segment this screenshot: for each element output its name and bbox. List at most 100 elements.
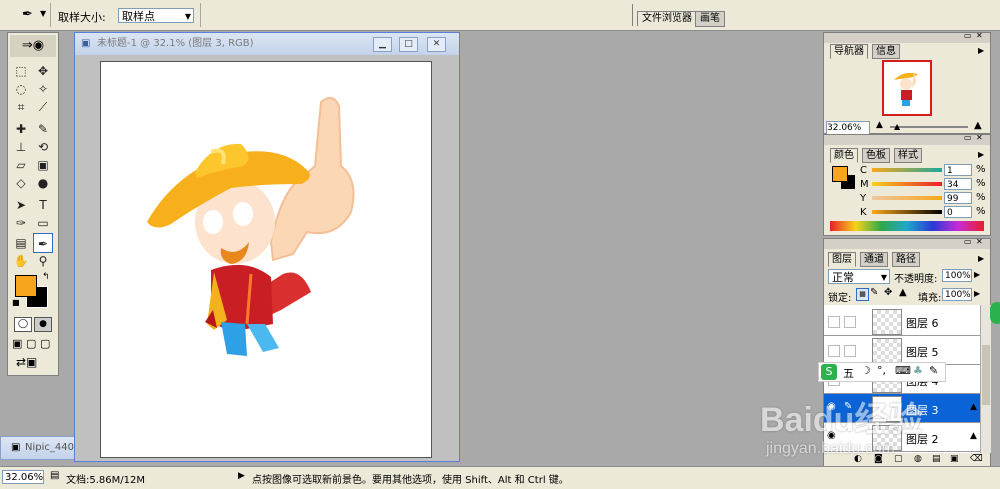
blur-tool-icon[interactable]: ◇ bbox=[11, 173, 31, 193]
layer-name[interactable]: 图层 5 bbox=[906, 344, 939, 360]
channel-c-value[interactable]: 1 bbox=[944, 164, 972, 176]
tab-swatches[interactable]: 色板 bbox=[862, 148, 890, 163]
navigator-zoom-field[interactable]: 32.06% bbox=[826, 121, 870, 135]
link-toggle[interactable] bbox=[844, 345, 856, 357]
layer-row-5[interactable]: 图层 5 bbox=[824, 336, 980, 365]
channel-y-value[interactable]: 99 bbox=[944, 192, 972, 204]
keyboard-icon[interactable]: ⌨ bbox=[895, 364, 911, 377]
zoom-in-icon[interactable]: ▲ bbox=[974, 120, 982, 131]
color-spectrum-bar[interactable] bbox=[830, 221, 984, 231]
eyedropper-tool-icon[interactable]: ✒ bbox=[22, 7, 33, 22]
panel-menu-icon[interactable]: ▶ bbox=[978, 150, 984, 159]
tab-navigator[interactable]: 导航器 bbox=[830, 44, 868, 59]
opacity-field[interactable]: 100% bbox=[942, 269, 972, 282]
image-canvas[interactable] bbox=[100, 61, 432, 458]
pen-tool-icon[interactable]: ✑ bbox=[11, 213, 31, 233]
dodge-tool-icon[interactable]: ● bbox=[33, 173, 53, 193]
lock-transparency-icon[interactable]: ▦ bbox=[856, 288, 869, 301]
slice-tool-icon[interactable]: ⟋ bbox=[33, 97, 53, 117]
ime-mode-label[interactable]: 五 bbox=[843, 365, 854, 381]
tab-paths[interactable]: 路径 bbox=[892, 252, 920, 267]
tab-channels[interactable]: 通道 bbox=[860, 252, 888, 267]
channel-k-slider[interactable] bbox=[872, 210, 942, 214]
navigator-preview[interactable] bbox=[882, 60, 932, 116]
brush-tool-icon[interactable]: ✎ bbox=[33, 119, 53, 139]
panel-close-icon[interactable]: ✕ bbox=[976, 31, 983, 40]
channel-y-slider[interactable] bbox=[872, 196, 942, 200]
visibility-toggle[interactable] bbox=[828, 345, 840, 357]
screen-mode-standard-icon[interactable]: ▣ bbox=[12, 337, 22, 350]
stamp-tool-icon[interactable]: ⊥ bbox=[11, 137, 31, 157]
info-arrow-icon[interactable]: ▶ bbox=[238, 471, 245, 481]
panel-close-icon[interactable]: ✕ bbox=[976, 133, 983, 142]
document-titlebar[interactable]: ▣ 未标题-1 @ 32.1% (图层 3, RGB) ▁ □ ✕ bbox=[75, 33, 459, 55]
skin-icon[interactable]: ♣ bbox=[913, 364, 923, 377]
status-zoom-field[interactable]: 32.06% bbox=[2, 470, 44, 484]
blend-mode-select[interactable]: 正常 ▼ bbox=[828, 269, 890, 284]
swap-colors-icon[interactable]: ↰ bbox=[42, 272, 50, 282]
visibility-toggle[interactable] bbox=[828, 316, 840, 328]
panel-minimize-icon[interactable]: ▭ bbox=[964, 237, 972, 246]
tool-preset-arrow-icon[interactable]: ▼ bbox=[40, 9, 46, 18]
zoom-out-icon[interactable]: ▲ bbox=[876, 120, 883, 130]
panel-minimize-icon[interactable]: ▭ bbox=[964, 31, 972, 40]
tab-color[interactable]: 颜色 bbox=[830, 148, 858, 163]
crop-tool-icon[interactable]: ⌗ bbox=[11, 97, 31, 117]
opacity-arrow-icon[interactable]: ▶ bbox=[974, 270, 980, 279]
layer-row-6[interactable]: 图层 6 bbox=[824, 307, 980, 336]
channel-c-slider[interactable] bbox=[872, 168, 942, 172]
tab-layers[interactable]: 图层 bbox=[828, 252, 856, 267]
lasso-tool-icon[interactable]: ◌ bbox=[11, 79, 31, 99]
lock-paint-icon[interactable]: ✎ bbox=[870, 287, 878, 298]
zoom-slider-thumb-icon[interactable]: ▲ bbox=[894, 122, 900, 131]
document-info-icon[interactable]: ▤ bbox=[50, 470, 59, 481]
screen-mode-full-menu-icon[interactable]: ▢ bbox=[26, 337, 36, 350]
close-button[interactable]: ✕ bbox=[427, 37, 446, 52]
screen-mode-full-icon[interactable]: ▢ bbox=[40, 337, 50, 350]
channel-m-value[interactable]: 34 bbox=[944, 178, 972, 190]
wrench-icon[interactable]: ✎ bbox=[929, 364, 938, 377]
marquee-tool-icon[interactable]: ⬚ bbox=[11, 61, 31, 81]
channel-m-slider[interactable] bbox=[872, 182, 942, 186]
moon-icon[interactable]: ☽ bbox=[861, 364, 871, 377]
history-brush-tool-icon[interactable]: ⟲ bbox=[33, 137, 53, 157]
channel-k-value[interactable]: 0 bbox=[944, 206, 972, 218]
healing-brush-tool-icon[interactable]: ✚ bbox=[11, 119, 31, 139]
gradient-tool-icon[interactable]: ▣ bbox=[33, 155, 53, 175]
panel-header[interactable]: ▭ ✕ bbox=[824, 31, 990, 43]
foreground-color-swatch[interactable] bbox=[15, 275, 37, 297]
color-fg-swatch[interactable] bbox=[832, 166, 848, 182]
notes-tool-icon[interactable]: ▤ bbox=[11, 233, 31, 253]
shape-tool-icon[interactable]: ▭ bbox=[33, 213, 53, 233]
quick-mask-icon[interactable]: ● bbox=[34, 317, 52, 332]
minimize-button[interactable]: ▁ bbox=[373, 37, 392, 52]
lock-all-icon[interactable]: ▲ bbox=[899, 287, 907, 298]
zoom-slider[interactable] bbox=[890, 126, 968, 128]
sogou-logo-icon[interactable]: S bbox=[821, 364, 837, 380]
panel-header[interactable]: ▭ ✕ bbox=[824, 237, 990, 249]
path-selection-tool-icon[interactable]: ➤ bbox=[11, 195, 31, 215]
default-colors-icon[interactable]: ■ bbox=[12, 298, 20, 307]
punctuation-icon[interactable]: °, bbox=[877, 364, 886, 377]
eyedropper-tool-selected-icon[interactable]: ✒ bbox=[33, 233, 53, 253]
zoom-tool-icon[interactable]: ⚲ bbox=[33, 251, 53, 271]
tab-file-browser[interactable]: 文件浏览器 bbox=[637, 11, 697, 26]
hand-tool-icon[interactable]: ✋ bbox=[11, 251, 31, 271]
tab-brushes[interactable]: 画笔 bbox=[695, 11, 725, 27]
lock-move-icon[interactable]: ✥ bbox=[884, 287, 892, 298]
magic-wand-tool-icon[interactable]: ✧ bbox=[33, 79, 53, 99]
eraser-tool-icon[interactable]: ▱ bbox=[11, 155, 31, 175]
minimized-document[interactable]: ▣ Nipic_4405 bbox=[0, 436, 80, 460]
jump-to-imageready-icon[interactable]: ⇄▣ bbox=[16, 355, 37, 369]
link-toggle[interactable] bbox=[844, 316, 856, 328]
tab-info[interactable]: 信息 bbox=[872, 44, 900, 59]
standard-mode-icon[interactable]: ◯ bbox=[14, 317, 32, 332]
move-tool-icon[interactable]: ✥ bbox=[33, 61, 53, 81]
tab-styles[interactable]: 样式 bbox=[894, 148, 922, 163]
panel-close-icon[interactable]: ✕ bbox=[976, 237, 983, 246]
panel-menu-icon[interactable]: ▶ bbox=[978, 254, 984, 263]
fill-arrow-icon[interactable]: ▶ bbox=[974, 289, 980, 298]
layer-name[interactable]: 图层 6 bbox=[906, 315, 939, 331]
type-tool-icon[interactable]: T bbox=[33, 195, 53, 215]
panel-header[interactable]: ▭ ✕ bbox=[824, 133, 990, 145]
